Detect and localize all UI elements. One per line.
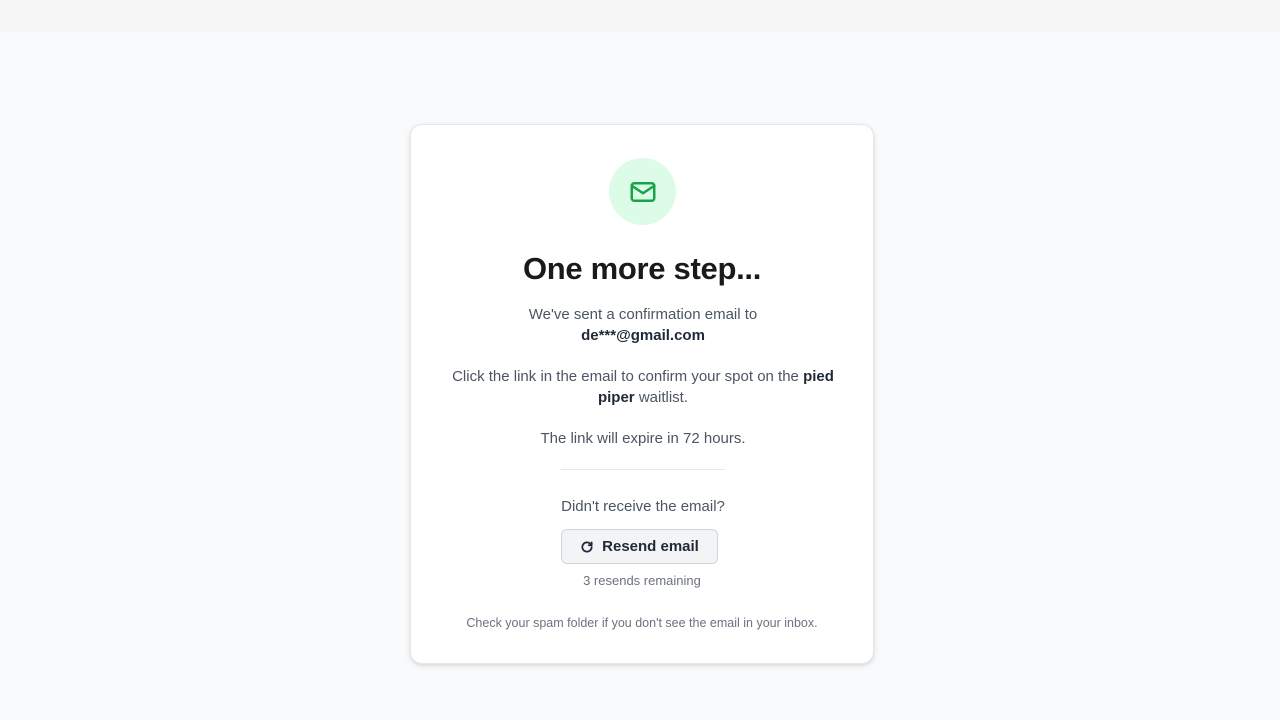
sent-message: We've sent a confirmation email to de***… [447,304,839,346]
not-received-text: Didn't receive the email? [561,498,725,515]
expiry-notice: The link will expire in 72 hours. [540,430,746,447]
confirm-prefix: Click the link in the email to confirm y… [452,368,799,385]
mail-icon [630,181,655,202]
resends-remaining: 3 resends remaining [583,573,701,588]
spam-note: Check your spam folder if you don't see … [466,616,818,630]
page-title: One more step... [522,251,762,286]
masked-email: de***@gmail.com [581,327,705,344]
top-strip [0,0,1280,32]
confirmation-card: One more step... We've sent a confirmati… [410,124,874,664]
resend-label: Resend email [602,538,699,555]
resend-email-button[interactable]: Resend email [561,529,718,564]
confirm-suffix: waitlist. [638,389,689,406]
confirm-instructions: Click the link in the email to confirm y… [447,366,839,408]
sent-prefix: We've sent a confirmation email to [528,306,758,323]
divider [561,469,725,470]
mail-icon-badge [609,158,676,225]
refresh-icon [581,540,593,553]
